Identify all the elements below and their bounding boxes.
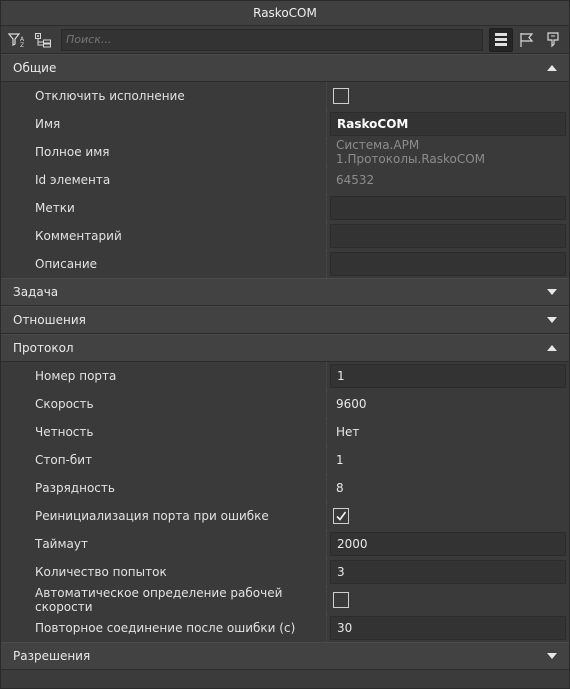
property-row-comment: Комментарий bbox=[1, 222, 569, 250]
property-label: Id элемента bbox=[1, 166, 327, 194]
property-row-autospeed: Автоматическое определение рабочей скоро… bbox=[1, 586, 569, 614]
property-row-disable: Отключить исполнение bbox=[1, 82, 569, 110]
property-label: Номер порта bbox=[1, 362, 327, 390]
property-row-port: Номер порта 1 bbox=[1, 362, 569, 390]
section-header-general[interactable]: Общие bbox=[1, 54, 569, 82]
section-title: Протокол bbox=[13, 341, 74, 355]
property-label: Метки bbox=[1, 194, 327, 222]
property-label: Комментарий bbox=[1, 222, 327, 250]
search-box[interactable] bbox=[61, 28, 483, 51]
property-label: Повторное соединение после ошибки (с) bbox=[1, 614, 327, 642]
section-header-protocol[interactable]: Протокол bbox=[1, 334, 569, 362]
comment-field[interactable] bbox=[330, 224, 566, 248]
property-label: Таймаут bbox=[1, 530, 327, 558]
collapse-arrow-icon[interactable] bbox=[547, 65, 557, 71]
list-view-button[interactable] bbox=[489, 27, 513, 52]
property-row-speed: Скорость 9600 bbox=[1, 390, 569, 418]
tree-expand-button[interactable] bbox=[31, 28, 55, 52]
property-label: Разрядность bbox=[1, 474, 327, 502]
list-view-icon bbox=[495, 32, 507, 46]
property-row-description: Описание bbox=[1, 250, 569, 278]
speed-select[interactable]: 9600 bbox=[330, 397, 367, 411]
property-row-stopbit: Стоп-бит 1 bbox=[1, 446, 569, 474]
id-value: 64532 bbox=[336, 173, 375, 187]
stopbit-select[interactable]: 1 bbox=[330, 453, 344, 467]
section-body-protocol: Номер порта 1 Скорость 9600 Четность Нет… bbox=[1, 362, 569, 642]
checkmark-icon bbox=[336, 511, 347, 521]
property-label: Скорость bbox=[1, 390, 327, 418]
property-row-tags: Метки bbox=[1, 194, 569, 222]
property-label: Автоматическое определение рабочей скоро… bbox=[1, 586, 327, 614]
property-row-bits: Разрядность 8 bbox=[1, 474, 569, 502]
flag-icon bbox=[520, 32, 534, 47]
property-row-timeout: Таймаут 2000 bbox=[1, 530, 569, 558]
property-label: Четность bbox=[1, 418, 327, 446]
description-field[interactable] bbox=[330, 252, 566, 276]
expand-arrow-icon[interactable] bbox=[547, 653, 557, 659]
section-title: Разрешения bbox=[13, 649, 91, 663]
property-row-reconnect: Повторное соединение после ошибки (с) 30 bbox=[1, 614, 569, 642]
property-row-name: Имя RaskoCOM bbox=[1, 110, 569, 138]
section-header-task[interactable]: Задача bbox=[1, 278, 569, 306]
tree-expand-icon bbox=[35, 32, 51, 47]
expand-arrow-icon[interactable] bbox=[547, 317, 557, 323]
property-label: Стоп-бит bbox=[1, 446, 327, 474]
fullname-value: Система.АРМ 1.Протоколы.RaskoCOM bbox=[336, 138, 486, 166]
property-row-parity: Четность Нет bbox=[1, 418, 569, 446]
port-field[interactable]: 1 bbox=[330, 364, 566, 388]
section-title: Отношения bbox=[13, 313, 86, 327]
disable-checkbox[interactable] bbox=[333, 88, 349, 104]
filter-flag-icon bbox=[547, 31, 559, 47]
filter-button[interactable]: A Z bbox=[5, 28, 29, 52]
reinit-checkbox[interactable] bbox=[333, 508, 349, 524]
name-field[interactable]: RaskoCOM bbox=[330, 112, 566, 136]
section-header-permissions[interactable]: Разрешения bbox=[1, 642, 569, 670]
expand-arrow-icon[interactable] bbox=[547, 289, 557, 295]
section-title: Задача bbox=[13, 285, 59, 299]
filter-flag-button[interactable] bbox=[541, 28, 565, 52]
property-row-id: Id элемента 64532 bbox=[1, 166, 569, 194]
section-title: Общие bbox=[13, 61, 57, 75]
svg-text:Z: Z bbox=[20, 42, 24, 48]
properties-window: RaskoCOM A Z Поиск... Общие Отключить ис… bbox=[0, 0, 570, 689]
property-label: Имя bbox=[1, 110, 327, 138]
parity-select[interactable]: Нет bbox=[330, 425, 359, 439]
toolbar: A Z bbox=[1, 26, 569, 54]
property-label: Отключить исполнение bbox=[1, 82, 327, 110]
property-label: Реинициализация порта при ошибке bbox=[1, 502, 327, 530]
window-title: RaskoCOM bbox=[253, 6, 317, 20]
section-body-general: Отключить исполнение Имя RaskoCOM Полное… bbox=[1, 82, 569, 278]
property-label: Описание bbox=[1, 250, 327, 278]
tags-field[interactable] bbox=[330, 196, 566, 220]
filter-icon: A Z bbox=[8, 32, 25, 48]
attempts-field[interactable]: 3 bbox=[330, 560, 566, 584]
window-titlebar: RaskoCOM bbox=[1, 1, 569, 26]
property-row-attempts: Количество попыток 3 bbox=[1, 558, 569, 586]
timeout-field[interactable]: 2000 bbox=[330, 532, 566, 556]
flag-button[interactable] bbox=[515, 28, 539, 52]
search-input[interactable] bbox=[66, 33, 482, 46]
bits-select[interactable]: 8 bbox=[330, 481, 344, 495]
section-header-relations[interactable]: Отношения bbox=[1, 306, 569, 334]
property-label: Количество попыток bbox=[1, 558, 327, 586]
property-row-reinit: Реинициализация порта при ошибке bbox=[1, 502, 569, 530]
property-label: Полное имя bbox=[1, 138, 327, 166]
collapse-arrow-icon[interactable] bbox=[547, 345, 557, 351]
reconnect-field[interactable]: 30 bbox=[330, 616, 566, 640]
autospeed-checkbox[interactable] bbox=[333, 592, 349, 608]
property-row-fullname: Полное имя Система.АРМ 1.Протоколы.Rasko… bbox=[1, 138, 569, 166]
